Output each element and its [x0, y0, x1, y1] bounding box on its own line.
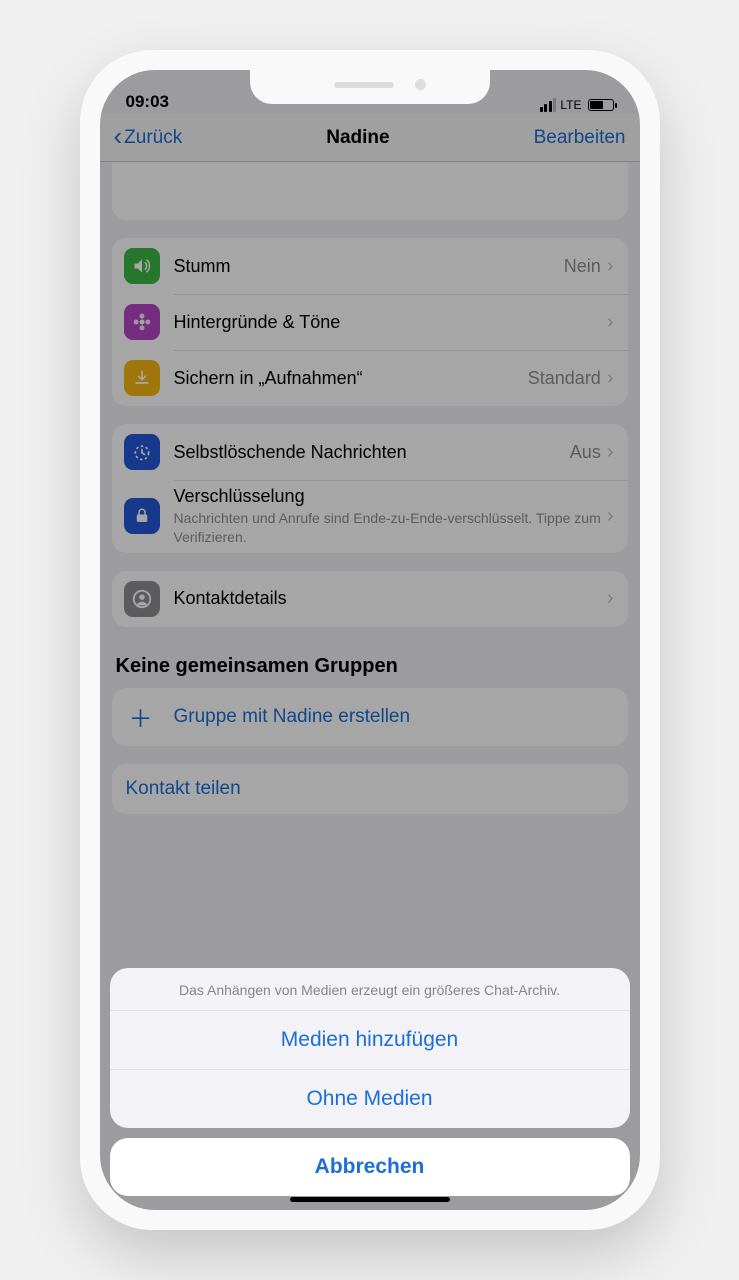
option-without-media[interactable]: Ohne Medien: [110, 1069, 630, 1128]
option-attach-media[interactable]: Medien hinzufügen: [110, 1010, 630, 1069]
screen: 09:03 LTE ‹ Zurück Nadine Bearbeiten: [100, 70, 640, 1210]
action-sheet-message: Das Anhängen von Medien erzeugt ein größ…: [110, 968, 630, 1010]
action-sheet-options: Das Anhängen von Medien erzeugt ein größ…: [110, 968, 630, 1128]
notch: [250, 70, 490, 104]
home-indicator[interactable]: [290, 1197, 450, 1202]
action-sheet: Das Anhängen von Medien erzeugt ein größ…: [110, 968, 630, 1196]
cancel-button[interactable]: Abbrechen: [110, 1138, 630, 1196]
device-frame: 09:03 LTE ‹ Zurück Nadine Bearbeiten: [80, 50, 660, 1230]
